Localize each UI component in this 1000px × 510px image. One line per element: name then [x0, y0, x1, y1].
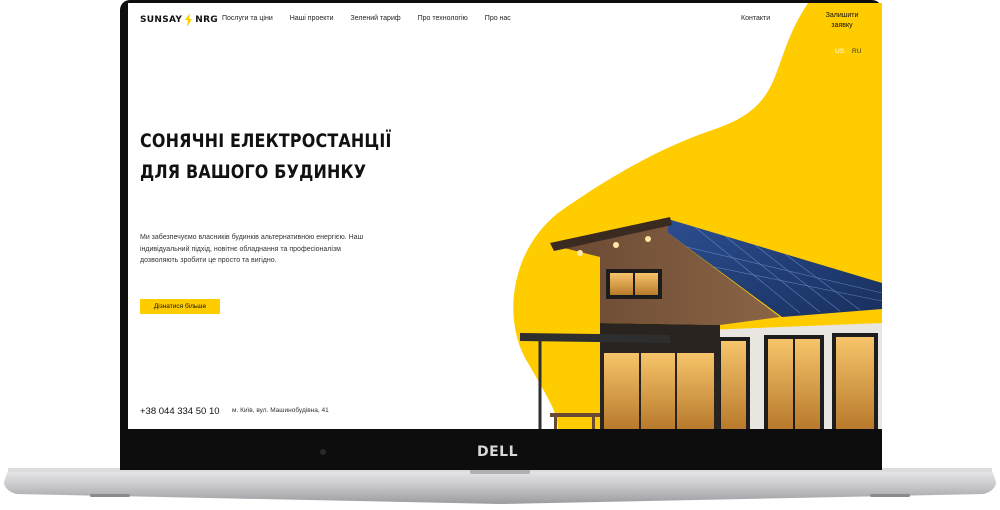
house-image	[520, 217, 882, 429]
lang-us[interactable]: US	[835, 48, 844, 55]
leave-request-button[interactable]: Залишити заявку	[820, 11, 864, 31]
phone-number[interactable]: +38 044 334 50 10	[140, 406, 220, 417]
nav-item-contacts[interactable]: Контакти	[741, 15, 770, 22]
logo-text-left: SUNSAY	[140, 15, 183, 25]
nav-item-green-tariff[interactable]: Зелений тариф	[351, 15, 401, 22]
hero-title-line2: ДЛЯ ВАШОГО БУДИНКУ	[140, 161, 367, 183]
leave-request-line1: Залишити	[825, 12, 859, 19]
brand-logo[interactable]: SUNSAY NRG	[140, 13, 218, 27]
hero-title: СОНЯЧНІ ЕЛЕКТРОСТАНЦІЇ ДЛЯ ВАШОГО БУДИНК…	[140, 126, 409, 188]
nav-item-services[interactable]: Послуги та ціни	[222, 15, 273, 22]
hero-description: Ми забезпечуємо власників будинків альте…	[140, 234, 364, 264]
nav-item-projects[interactable]: Наші проекти	[290, 15, 334, 22]
webcam-icon	[320, 449, 326, 455]
learn-more-button[interactable]: Дізнатися більше	[140, 299, 220, 314]
hero-title-line1: СОНЯЧНІ ЕЛЕКТРОСТАНЦІЇ	[140, 130, 392, 152]
laptop-brand-logo: DELL	[477, 444, 519, 460]
website-screen: SUNSAY NRG Послуги та ціни Наші проекти …	[128, 3, 882, 429]
lightning-s-icon	[185, 13, 193, 27]
header: SUNSAY NRG Послуги та ціни Наші проекти …	[128, 3, 882, 39]
nav-item-technology[interactable]: Про технологію	[418, 15, 468, 22]
lang-ru[interactable]: RU	[852, 48, 861, 55]
logo-text-right: NRG	[195, 15, 218, 25]
language-switcher: US RU	[835, 48, 861, 55]
nav-item-about[interactable]: Про нас	[485, 15, 511, 22]
main-nav: Послуги та ціни Наші проекти Зелений тар…	[222, 15, 528, 22]
address: м. Київ, вул. Машинобудівна, 41	[232, 407, 329, 414]
leave-request-line2: заявку	[831, 22, 853, 29]
